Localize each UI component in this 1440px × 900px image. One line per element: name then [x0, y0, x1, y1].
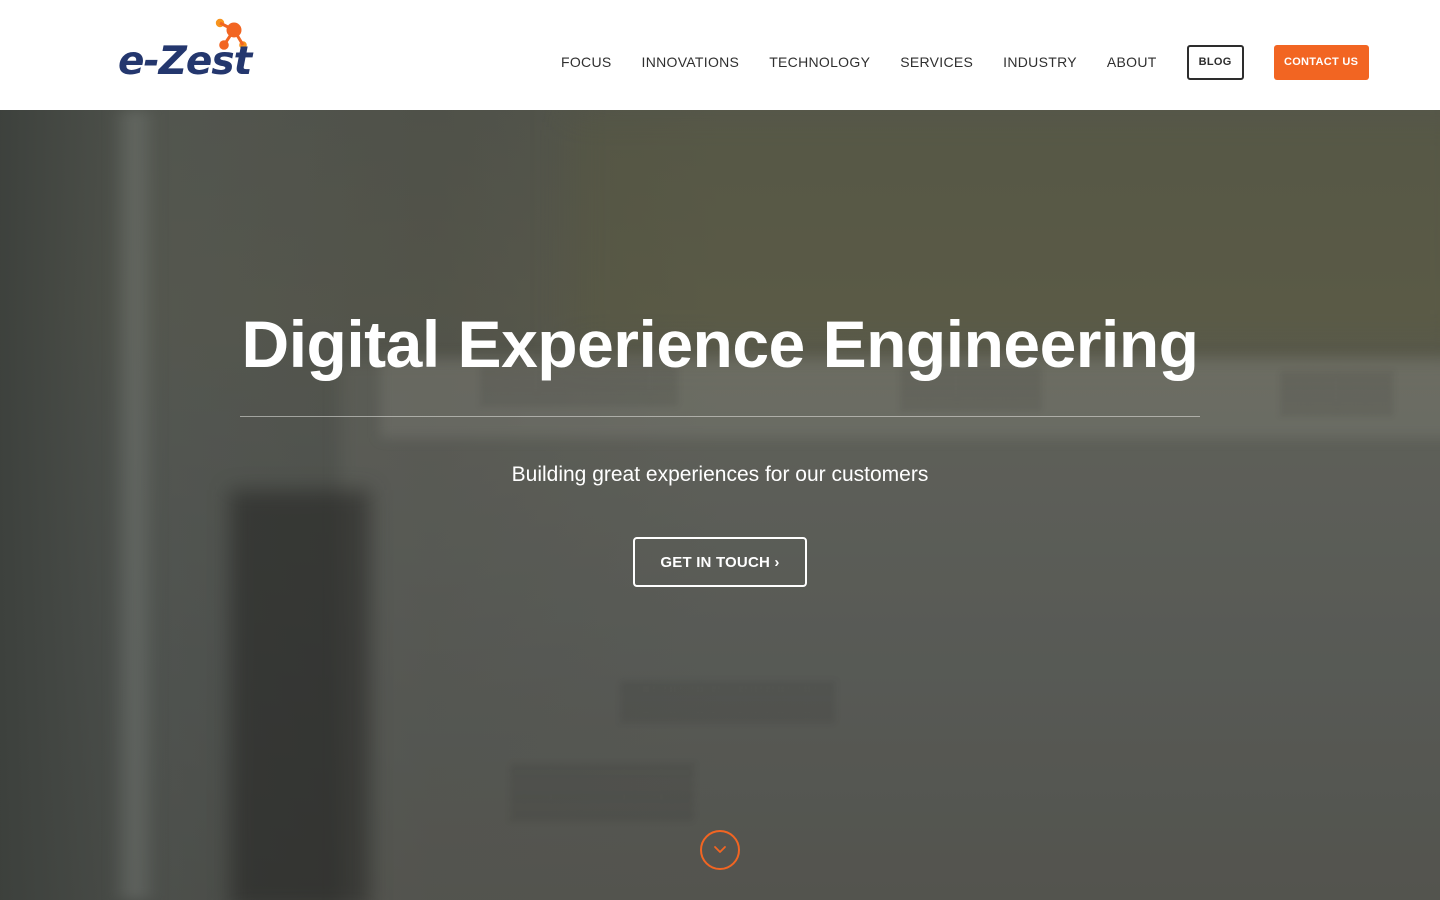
hero-background-dark-panel	[230, 490, 370, 900]
hero-title: Digital Experience Engineering	[241, 307, 1199, 381]
hero-section: ▒▒▒▒▒▒▒ ▒▒▒▒▒ ▒▒▒▒ ▒▒▒▒▒▒▒▒ ▒▒▒▒▒ Digita…	[0, 110, 1440, 900]
contact-us-button[interactable]: CONTACT US	[1273, 44, 1369, 80]
nav-item-services[interactable]: SERVICES	[900, 45, 973, 79]
hero-subtitle: Building great experiences for our custo…	[511, 463, 929, 486]
logo-wordmark: e-Zest	[118, 39, 252, 84]
get-in-touch-button[interactable]: GET IN TOUCH ›	[633, 537, 807, 587]
nav-item-industry[interactable]: INDUSTRY	[1003, 45, 1077, 79]
hero-divider	[240, 416, 1200, 417]
blog-button[interactable]: BLOG	[1186, 44, 1244, 80]
background-blur-shape: ▒▒▒▒▒	[510, 761, 695, 819]
main-nav: FOCUS INNOVATIONS TECHNOLOGY SERVICES IN…	[561, 44, 1369, 80]
site-header: e-Zest FOCUS INNOVATIONS TECHNOLOGY SERV…	[0, 0, 1440, 110]
nav-item-focus[interactable]: FOCUS	[561, 45, 612, 79]
nav-item-about[interactable]: ABOUT	[1107, 45, 1157, 79]
nav-item-technology[interactable]: TECHNOLOGY	[769, 45, 870, 79]
hero-background-post	[110, 110, 160, 900]
background-blur-shape: ▒▒▒▒▒▒▒▒	[620, 680, 836, 722]
scroll-down-button[interactable]	[700, 830, 740, 870]
nav-item-innovations[interactable]: INNOVATIONS	[642, 45, 740, 79]
site-logo[interactable]: e-Zest	[118, 18, 252, 88]
chevron-down-icon	[714, 846, 726, 853]
hero-background-screen	[340, 360, 1440, 900]
